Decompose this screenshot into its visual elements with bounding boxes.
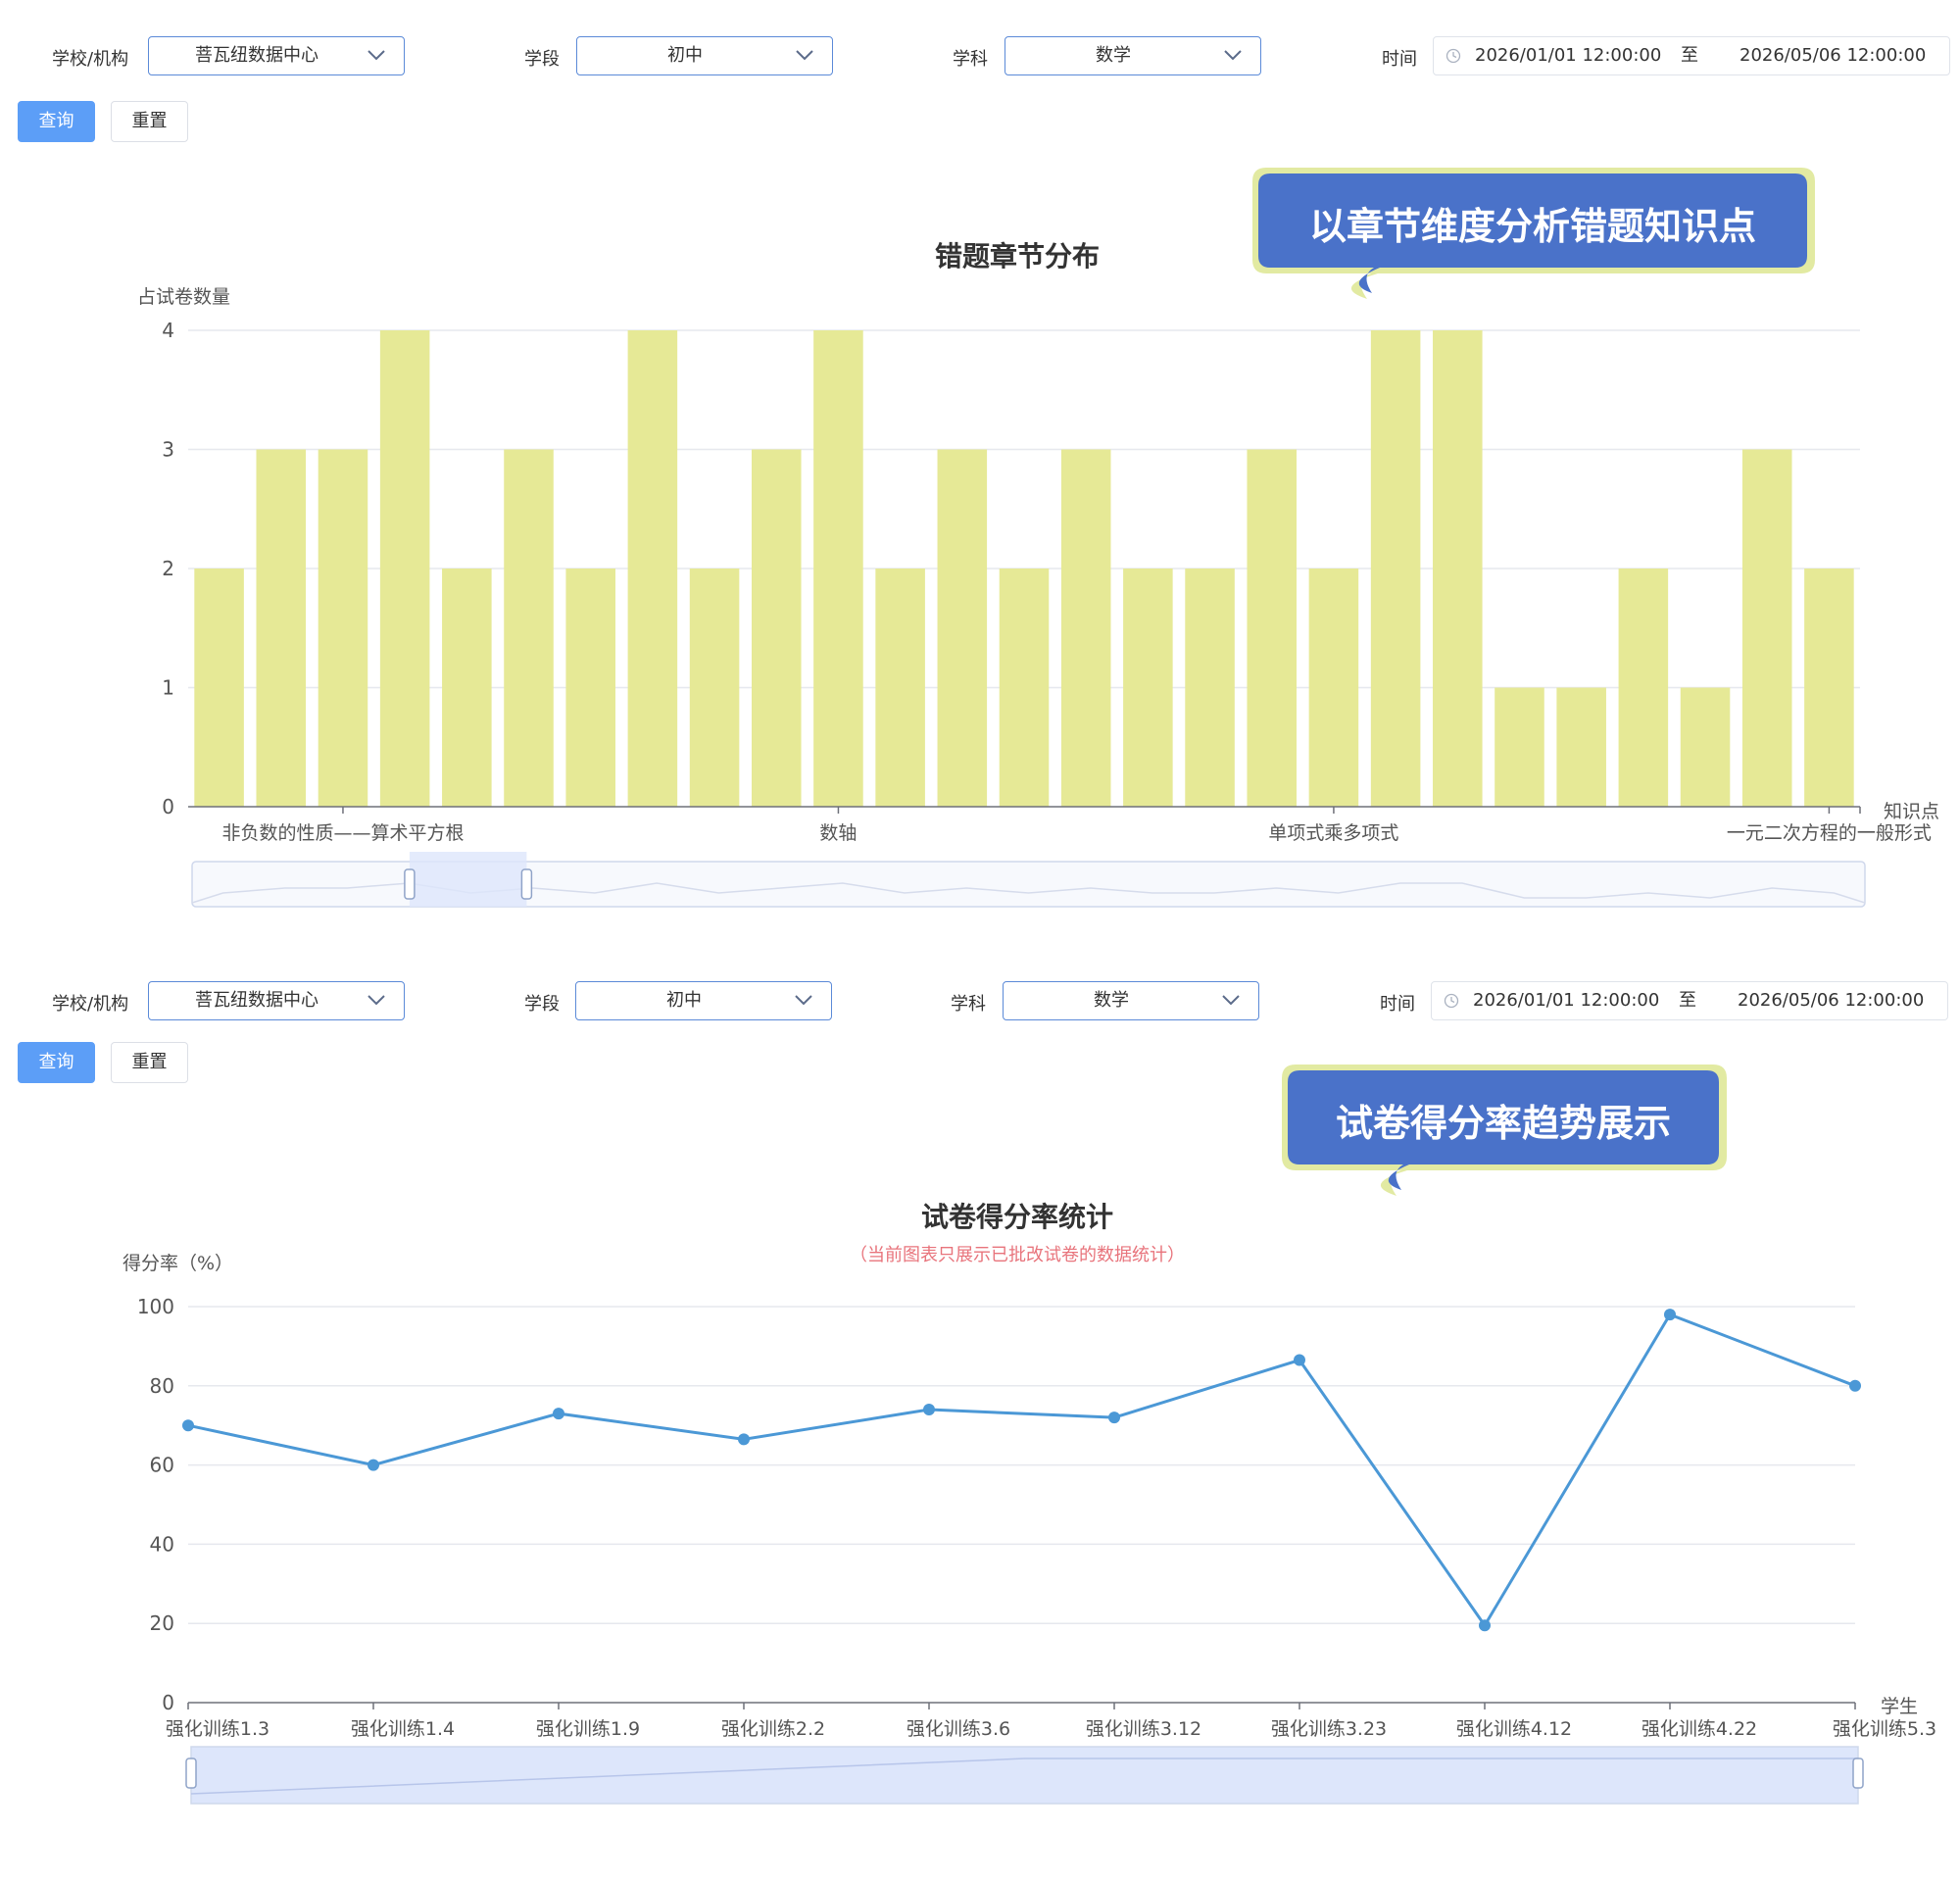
bar-y-tick-label: 3 <box>162 438 174 462</box>
score-rate-panel: 学校/机构 菩瓦纽数据中心 学段 初中 学科 数学 时间 2026/01/01 … <box>0 941 1960 1882</box>
line-x-tick-label: 强化训练1.9 <box>536 1718 640 1740</box>
line-data-point[interactable] <box>738 1433 750 1446</box>
zoom-handle-right[interactable] <box>1852 1758 1864 1789</box>
bar[interactable] <box>813 330 863 807</box>
bar[interactable] <box>689 569 740 807</box>
bar[interactable] <box>999 569 1050 807</box>
bar[interactable] <box>1308 569 1359 807</box>
bar[interactable] <box>1433 330 1483 807</box>
bar[interactable] <box>875 569 925 807</box>
line-y-tick-label: 0 <box>162 1691 174 1714</box>
bar-x-tick-label: 单项式乘多项式 <box>1268 822 1398 844</box>
bar-y-tick-label: 2 <box>162 557 174 580</box>
line-data-point[interactable] <box>923 1404 935 1416</box>
line-data-point[interactable] <box>1479 1619 1491 1632</box>
zoom-handle-left[interactable] <box>404 868 416 900</box>
line-x-tick-label: 强化训练5.3 <box>1833 1718 1936 1740</box>
line-x-tick-label: 强化训练4.22 <box>1642 1718 1757 1740</box>
line-chart: 0 20 40 60 80 100 强化训练1.3 强化训练1.4 强化训练1.9 强化训练2.2… <box>137 1295 1936 1805</box>
bar-x-tick-label: 非负数的性质——算术平方根 <box>221 822 464 844</box>
bar-x-tick-label: 数轴 <box>819 822 857 844</box>
bar-x-tick-label: 一元二次方程的一般形式 <box>1727 822 1932 844</box>
bar[interactable] <box>627 330 678 807</box>
bar[interactable] <box>1185 569 1235 807</box>
line-y-tick-label: 100 <box>137 1295 174 1318</box>
line-x-tick-label: 强化训练4.12 <box>1456 1718 1572 1740</box>
line-x-tick-label: 强化训练3.23 <box>1271 1718 1387 1740</box>
line-data-point[interactable] <box>553 1408 564 1420</box>
bar[interactable] <box>1123 569 1173 807</box>
bar[interactable] <box>1804 569 1854 807</box>
bar[interactable] <box>1680 687 1731 808</box>
bar-y-tick-label: 0 <box>162 795 174 818</box>
bar[interactable] <box>1247 449 1298 808</box>
bar[interactable] <box>256 449 307 808</box>
bar[interactable] <box>565 569 615 807</box>
line-y-tick-label: 80 <box>150 1374 174 1398</box>
bar-y-tick-label: 4 <box>162 319 174 342</box>
line-data-point[interactable] <box>1294 1354 1305 1366</box>
line-data-point[interactable] <box>368 1459 379 1471</box>
bar[interactable] <box>1494 687 1544 808</box>
bar[interactable] <box>504 449 554 808</box>
score-rate-series-line <box>187 1312 1856 1628</box>
bar[interactable] <box>379 330 430 807</box>
zoom-handle-right[interactable] <box>520 868 533 900</box>
line-data-point[interactable] <box>1849 1379 1861 1392</box>
line-y-tick-label: 60 <box>150 1454 174 1477</box>
bar[interactable] <box>442 569 492 807</box>
bar[interactable] <box>318 449 368 808</box>
line-x-tick-label: 强化训练1.4 <box>351 1718 455 1740</box>
zoom-window[interactable] <box>409 852 527 907</box>
line-x-tick-label: 强化训练3.12 <box>1086 1718 1201 1740</box>
bar[interactable] <box>751 449 802 808</box>
line-data-point[interactable] <box>182 1419 194 1432</box>
line-y-tick-label: 20 <box>150 1611 174 1635</box>
line-data-point[interactable] <box>1108 1412 1120 1424</box>
bar[interactable] <box>194 569 244 807</box>
line-x-tick-label: 强化训练2.2 <box>721 1718 825 1740</box>
bar[interactable] <box>1370 330 1421 807</box>
bar[interactable] <box>1618 569 1669 807</box>
bar[interactable] <box>1556 687 1606 808</box>
zoom-handle-left[interactable] <box>185 1758 197 1789</box>
zoom-slider-track[interactable] <box>190 1746 1859 1805</box>
bar[interactable] <box>937 449 988 808</box>
bar[interactable] <box>1060 449 1111 808</box>
bar[interactable] <box>1741 449 1792 808</box>
bar-y-tick-label: 1 <box>162 676 174 700</box>
line-x-tick-label: 强化训练1.3 <box>166 1718 270 1740</box>
line-x-tick-label: 强化训练3.6 <box>906 1718 1010 1740</box>
line-data-point[interactable] <box>1664 1309 1676 1321</box>
line-y-tick-label: 40 <box>150 1532 174 1556</box>
chapter-error-panel: 学校/机构 菩瓦纽数据中心 学段 初中 学科 数学 时间 2026/01/01 … <box>0 0 1960 941</box>
bar-chart: 0 1 2 3 4 非负数的性质——算术平方根 数轴 单项式乘多项式 一元二次方程的一般形式 <box>162 319 1932 908</box>
